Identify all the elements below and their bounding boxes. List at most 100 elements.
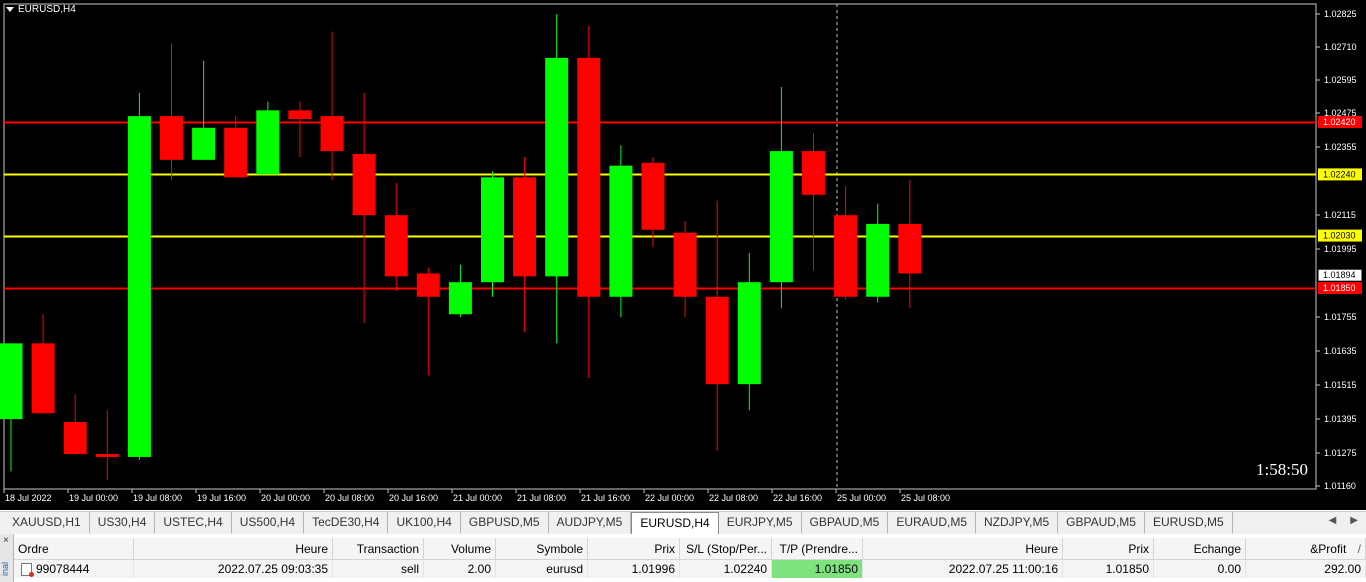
- closed-order-icon: [21, 563, 34, 578]
- time-axis-label: 18 Jul 2022: [5, 493, 52, 503]
- candle: [416, 267, 440, 376]
- tab-uk100-h4-5[interactable]: UK100,H4: [388, 512, 461, 533]
- candle: [384, 183, 408, 291]
- tab-eurjpy-m5-9[interactable]: EURJPY,M5: [719, 512, 802, 533]
- time-axis-label: 21 Jul 16:00: [581, 493, 630, 503]
- tab-us500-h4-3[interactable]: US500,H4: [232, 512, 305, 533]
- price-axis-label: 1.01275: [1324, 448, 1357, 458]
- level-price-label: 1.02240: [1323, 169, 1356, 179]
- cell-profit: 292.00: [1245, 559, 1366, 578]
- time-axis-label: 22 Jul 00:00: [645, 493, 694, 503]
- col-header-close-time[interactable]: Heure: [862, 538, 1063, 560]
- tab-scroll-left-icon[interactable]: ◀: [1329, 515, 1337, 526]
- price-axis-label: 1.01755: [1324, 312, 1357, 322]
- col-header-order[interactable]: Ordre: [14, 538, 134, 560]
- tab-us30-h4-1[interactable]: US30,H4: [90, 512, 156, 533]
- chart-canvas[interactable]: 1.028251.027101.025951.024751.023551.021…: [0, 0, 1366, 510]
- candle: [802, 133, 825, 271]
- cell-order-text: 99078444: [36, 561, 90, 576]
- tab-gbpusd-m5-6[interactable]: GBPUSD,M5: [461, 512, 549, 533]
- tab-tecde30-h4-4[interactable]: TecDE30,H4: [304, 512, 389, 533]
- tab-gbpaud-m5-13[interactable]: GBPAUD,M5: [1058, 512, 1145, 533]
- candle: [577, 25, 601, 379]
- table-row[interactable]: 99078444 2022.07.25 09:03:35 sell 2.00 e…: [14, 559, 1366, 578]
- price-axis-label: 1.02595: [1324, 75, 1357, 85]
- candle: [224, 116, 248, 178]
- candle-body: [673, 232, 697, 297]
- cell-order: 99078444: [14, 559, 134, 578]
- tab-eurusd-m5-14[interactable]: EURUSD,M5: [1145, 512, 1233, 533]
- col-header-close-price[interactable]: Prix: [1062, 538, 1154, 560]
- cell-swap: 0.00: [1153, 559, 1246, 578]
- candle-body: [384, 215, 408, 277]
- col-header-stop-loss[interactable]: S/L (Stop/Per...: [679, 538, 772, 560]
- dropdown-triangle-icon[interactable]: [6, 6, 14, 12]
- tab-xauusd-h1-0[interactable]: XAUUSD,H1: [4, 512, 90, 533]
- col-header-profit-label: &Profit: [1310, 541, 1347, 556]
- time-axis-label: 19 Jul 00:00: [69, 493, 118, 503]
- col-header-swap[interactable]: Echange: [1153, 538, 1246, 560]
- cell-close-time: 2022.07.25 11:00:16: [862, 559, 1063, 578]
- col-header-volume[interactable]: Volume: [423, 538, 496, 560]
- col-header-symbol[interactable]: Symbole: [495, 538, 588, 560]
- price-axis-label: 1.01395: [1324, 414, 1357, 424]
- chart-tabs: XAUUSD,H1 US30,H4 USTEC,H4 US500,H4 TecDE30,…: [4, 512, 1233, 534]
- price-axis-label: 1.02710: [1324, 42, 1357, 52]
- terminal-side-strip: × inal: [0, 534, 14, 582]
- candle: [769, 87, 793, 309]
- level-price-label: 1.02420: [1323, 117, 1356, 127]
- candle-body: [705, 296, 729, 385]
- candle-body: [288, 110, 312, 120]
- chart-symbol-title[interactable]: EURUSD,H4: [6, 4, 76, 15]
- candle: [866, 203, 890, 303]
- tab-audjpy-m5-7[interactable]: AUDJPY,M5: [549, 512, 632, 533]
- cell-price: 1.01996: [587, 559, 680, 578]
- time-axis-label: 25 Jul 08:00: [901, 493, 950, 503]
- table-header-row: Ordre Heure Transaction Volume Symbole P…: [14, 538, 1366, 560]
- candle-body: [63, 422, 87, 455]
- candle-body: [513, 177, 537, 277]
- candle-body: [577, 57, 601, 297]
- tab-ustec-h4-2[interactable]: USTEC,H4: [155, 512, 232, 533]
- candle: [673, 221, 697, 318]
- tab-scroll-right-icon[interactable]: ▶: [1350, 515, 1358, 526]
- cell-stop-loss: 1.02240: [679, 559, 772, 578]
- price-chart[interactable]: 1.02825 1.02710 1.02595 1.02475 1.02355 1.021…: [0, 0, 1366, 510]
- col-header-take-profit[interactable]: T/P (Prendre...: [771, 538, 863, 560]
- time-axis-label: 20 Jul 00:00: [261, 493, 310, 503]
- candle-body: [641, 162, 665, 230]
- candle-body: [481, 177, 504, 283]
- col-header-price[interactable]: Prix: [587, 538, 680, 560]
- candle-body: [416, 273, 440, 297]
- candle: [31, 314, 55, 414]
- col-header-profit[interactable]: &Profit /: [1245, 538, 1366, 560]
- candle: [705, 200, 729, 452]
- price-axis-label: 1.01160: [1324, 481, 1356, 491]
- tab-gbpaud-m5-10[interactable]: GBPAUD,M5: [802, 512, 889, 533]
- close-icon[interactable]: ×: [3, 535, 9, 546]
- candle-body: [545, 57, 569, 277]
- col-header-time[interactable]: Heure: [133, 538, 333, 560]
- candle-body: [609, 165, 633, 297]
- candle-body: [802, 151, 825, 195]
- bar-countdown-timer: 1:58:50: [1256, 460, 1308, 479]
- tab-eurusd-h4-8[interactable]: EURUSD,H4: [631, 512, 719, 534]
- candle: [545, 14, 569, 344]
- cell-type: sell: [332, 559, 424, 578]
- time-axis-label: 20 Jul 16:00: [389, 493, 438, 503]
- cell-symbol: eurusd: [495, 559, 588, 578]
- chart-title-text: EURUSD,H4: [18, 4, 76, 15]
- candle-body: [31, 343, 55, 414]
- time-axis-label: 21 Jul 08:00: [517, 493, 566, 503]
- col-header-transaction[interactable]: Transaction: [332, 538, 424, 560]
- candle: [63, 394, 87, 455]
- terminal-side-label[interactable]: inal: [0, 562, 10, 576]
- cell-volume: 2.00: [423, 559, 496, 578]
- candle: [737, 253, 761, 411]
- candle-body: [866, 223, 890, 297]
- candle-body: [737, 282, 761, 385]
- price-axis-label: 1.02355: [1324, 142, 1357, 152]
- tab-euraud-m5-11[interactable]: EURAUD,M5: [888, 512, 977, 533]
- tab-nzdjpy-m5-12[interactable]: NZDJPY,M5: [976, 512, 1059, 533]
- price-axis-label: 1.01635: [1324, 346, 1357, 356]
